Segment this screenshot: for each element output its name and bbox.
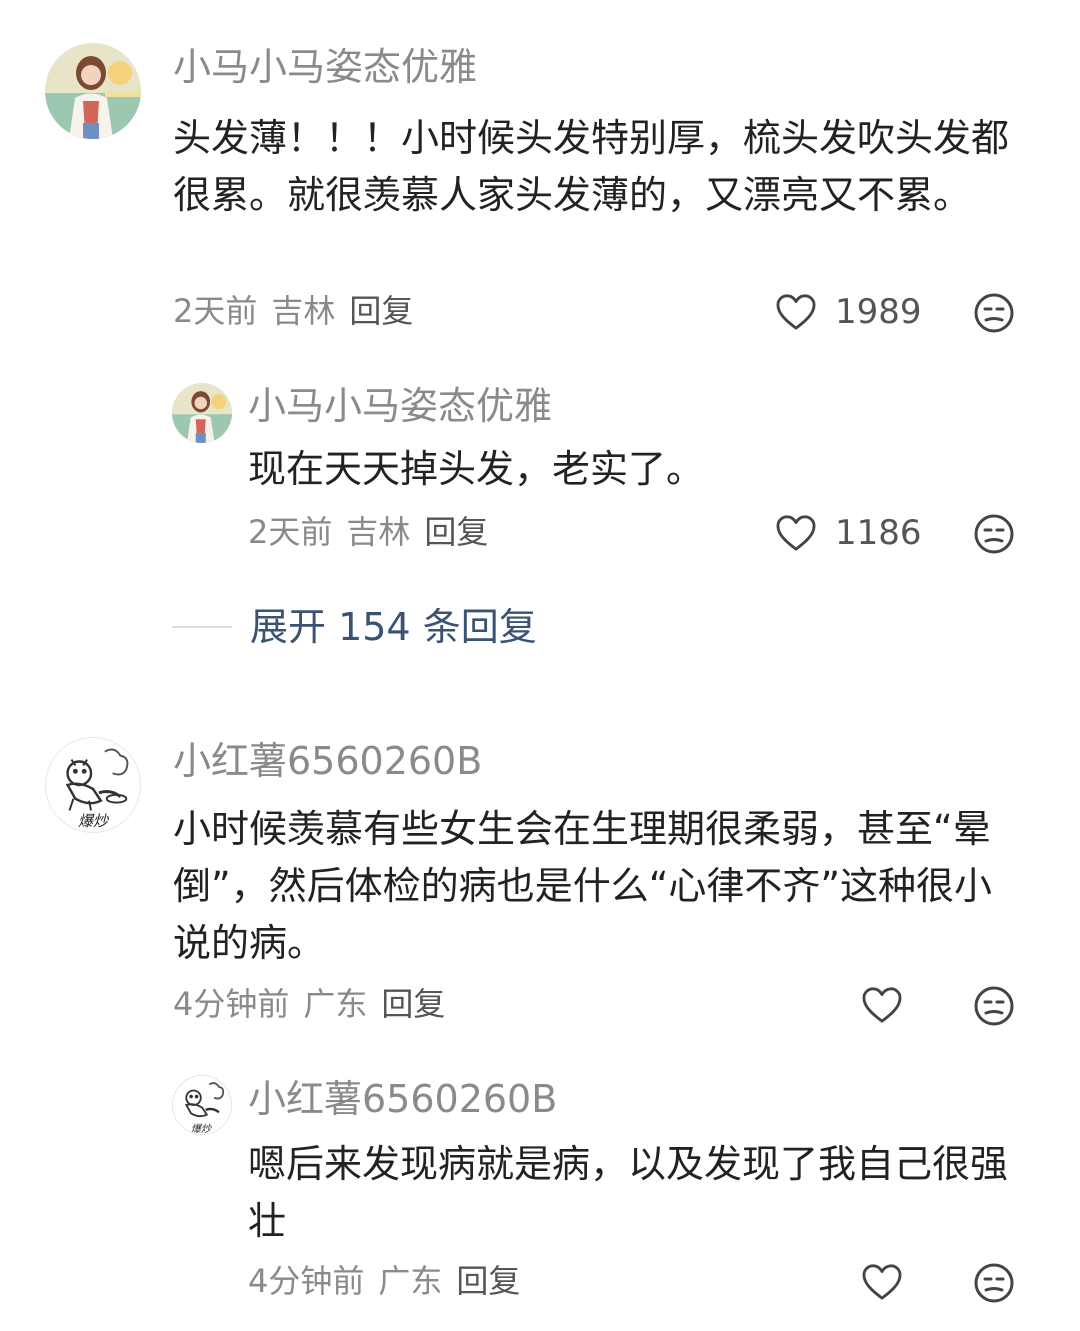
reply-text: 现在天天掉头发，老实了。 (248, 447, 705, 491)
neutral-face-icon (974, 514, 1014, 554)
comment-location: 广东 (303, 985, 368, 1023)
dislike-button[interactable] (974, 986, 1014, 1026)
reply-avatar[interactable] (172, 383, 232, 443)
comment-username[interactable]: 小红薯6560260B (173, 742, 482, 780)
avatar-caption: 爆炒 (191, 1124, 211, 1135)
expand-replies-button[interactable]: 展开 154 条回复 (172, 608, 537, 646)
reply-meta: 4分钟前 广东 回复 (248, 1265, 520, 1297)
reply-text: 嗯后来发现病就是病，以及发现了我自己很强壮 (248, 1142, 1009, 1243)
reply-time: 4分钟前 (248, 1262, 365, 1300)
comment-meta: 4分钟前 广东 回复 (173, 988, 445, 1020)
reply-button[interactable]: 回复 (456, 1265, 520, 1297)
comment-time: 2天前 (173, 292, 258, 330)
comment-text: 头发薄！！！小时候头发特别厚，梳头发吹头发都很累。就很羡慕人家头发薄的，又漂亮又… (173, 116, 1010, 217)
reply-button[interactable]: 回复 (349, 295, 413, 327)
like-button[interactable]: 1989 (775, 293, 922, 331)
reply-location: 吉林 (346, 513, 411, 551)
like-count: 1186 (835, 513, 922, 553)
heart-icon (862, 987, 902, 1023)
avatar[interactable] (45, 43, 141, 139)
like-button[interactable] (861, 1263, 903, 1301)
comment-text: 小时候羡慕有些女生会在生理期很柔弱，甚至“晕倒”，然后体检的病也是什么“心律不齐… (173, 807, 993, 965)
reply-username[interactable]: 小马小马姿态优雅 (248, 387, 552, 425)
reply-username[interactable]: 小红薯6560260B (248, 1080, 557, 1118)
reply-meta: 2天前 吉林 回复 (248, 516, 488, 548)
expand-replies-label: 展开 154 条回复 (250, 605, 537, 649)
heart-icon (776, 294, 816, 330)
neutral-face-icon (974, 986, 1014, 1026)
like-button[interactable]: 1186 (775, 514, 922, 552)
comment-time: 4分钟前 (173, 985, 290, 1023)
reply-avatar[interactable]: 爆炒 (172, 1075, 232, 1135)
comment-username[interactable]: 小马小马姿态优雅 (173, 48, 477, 86)
divider (172, 626, 232, 628)
comment-meta: 2天前 吉林 回复 (173, 295, 413, 327)
like-button[interactable] (861, 986, 903, 1024)
dislike-button[interactable] (974, 514, 1014, 554)
reply-button[interactable]: 回复 (381, 988, 445, 1020)
dislike-button[interactable] (974, 293, 1014, 333)
avatar-caption: 爆炒 (78, 812, 109, 830)
neutral-face-icon (974, 1263, 1014, 1303)
avatar[interactable]: 爆炒 (45, 737, 141, 833)
heart-icon (862, 1264, 902, 1300)
neutral-face-icon (974, 293, 1014, 333)
dislike-button[interactable] (974, 1263, 1014, 1303)
reply-button[interactable]: 回复 (424, 516, 488, 548)
reply-location: 广东 (378, 1262, 443, 1300)
reply-time: 2天前 (248, 513, 333, 551)
comment-location: 吉林 (271, 292, 336, 330)
heart-icon (776, 515, 816, 551)
like-count: 1989 (835, 292, 922, 332)
